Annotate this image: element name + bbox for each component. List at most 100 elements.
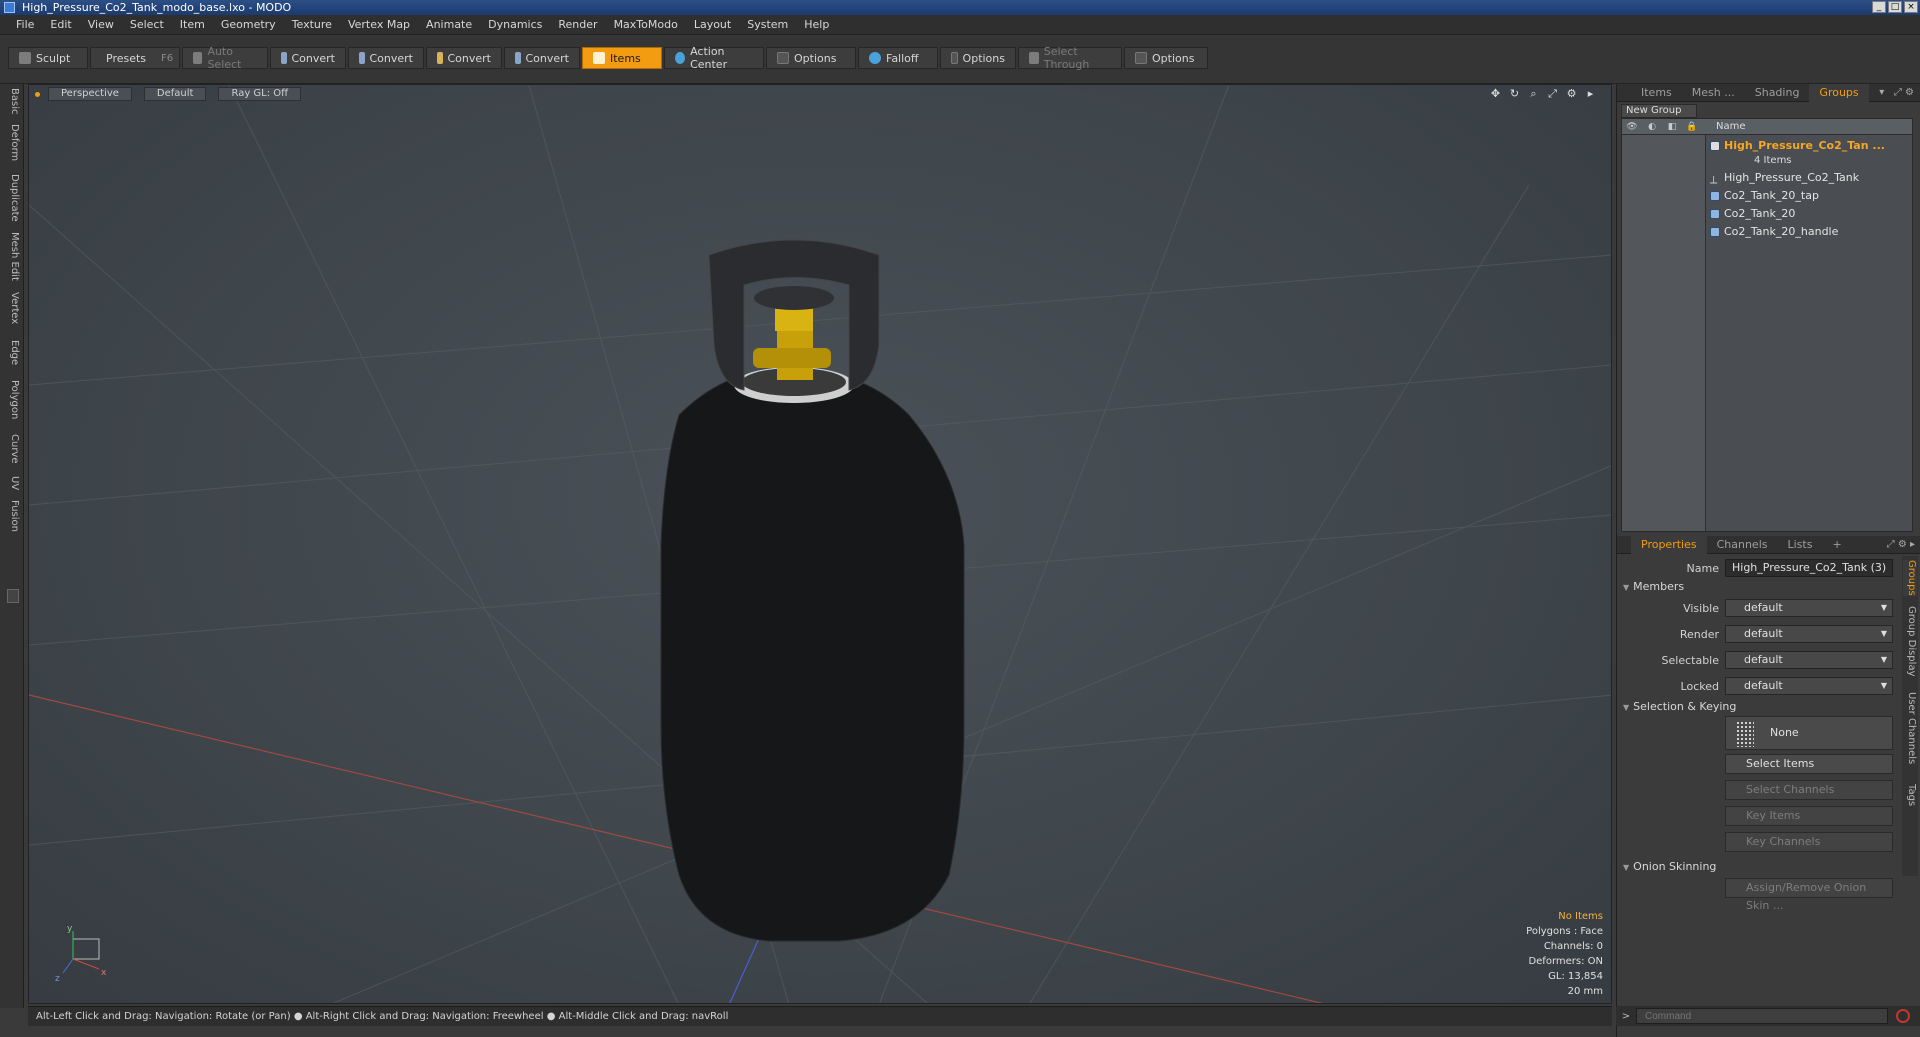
properties-expand-icon[interactable]: ⤢ ⚙ ▸ — [1887, 536, 1915, 554]
select-through-button[interactable]: Select Through — [1018, 45, 1122, 71]
panel-expand-icon[interactable]: ▾ ⤢ ⚙ — [1879, 84, 1914, 102]
move-view-icon[interactable]: ✥ — [1489, 87, 1502, 100]
convert-polygons-button[interactable]: Convert — [426, 47, 502, 69]
menu-render[interactable]: Render — [550, 18, 605, 31]
properties-panel: Properties Channels Lists + ⤢ ⚙ ▸ Name H… — [1617, 535, 1920, 1006]
add-tab-button[interactable]: + — [1822, 536, 1851, 554]
minimize-button[interactable]: _ — [1872, 1, 1886, 13]
tab-groups[interactable]: Groups — [1809, 83, 1869, 102]
tab-mesh[interactable]: Mesh ... — [1682, 84, 1745, 102]
action-center-options-button[interactable]: Options — [766, 47, 856, 69]
tab-deform[interactable]: Deform — [4, 124, 20, 161]
menu-texture[interactable]: Texture — [284, 18, 340, 31]
key-items-button[interactable]: Key Items — [1725, 806, 1893, 826]
tab-curve[interactable]: Curve — [4, 434, 20, 464]
auto-select-button[interactable]: Auto Select — [182, 45, 268, 71]
convert-materials-button[interactable]: Convert — [504, 47, 580, 69]
tree-item-tap[interactable]: Co2_Tank_20_tap — [1710, 189, 1819, 202]
vtab-user-channels[interactable]: User Channels — [1903, 692, 1917, 764]
tab-uv[interactable]: UV — [4, 476, 20, 490]
tab-polygon[interactable]: Polygon — [4, 380, 20, 419]
tab-edge[interactable]: Edge — [4, 340, 20, 365]
select-channels-button[interactable]: Select Channels — [1725, 780, 1893, 800]
falloff-button[interactable]: Falloff — [858, 47, 938, 69]
menu-item[interactable]: Item — [172, 18, 213, 31]
record-macro-icon[interactable] — [1896, 1009, 1910, 1023]
menu-dynamics[interactable]: Dynamics — [480, 18, 550, 31]
select-lock-icon[interactable]: ◧ — [1662, 122, 1682, 132]
none-button[interactable]: None — [1725, 716, 1893, 750]
menu-maxtomodo[interactable]: MaxToModo — [606, 18, 686, 31]
menu-system[interactable]: System — [739, 18, 796, 31]
zoom-view-icon[interactable]: ⌕ — [1527, 87, 1540, 100]
select-items-button[interactable]: Select Items — [1725, 754, 1893, 774]
panel-toggle[interactable] — [7, 589, 19, 603]
tab-vertex[interactable]: Vertex — [4, 292, 20, 324]
fit-view-icon[interactable]: ⤢ — [1546, 87, 1559, 100]
viewport-settings-icon[interactable]: ⚙ — [1565, 87, 1578, 100]
lock-icon[interactable]: 🔒 — [1682, 122, 1702, 132]
expand-arrow-icon[interactable]: ▸ — [1584, 87, 1597, 100]
menu-edit[interactable]: Edit — [42, 18, 79, 31]
select-through-options-button[interactable]: Options — [1124, 47, 1208, 69]
menu-geometry[interactable]: Geometry — [213, 18, 284, 31]
falloff-options-button[interactable]: Options — [940, 47, 1016, 69]
name-column-header[interactable]: Name — [1716, 121, 1746, 132]
viewport-menu-dot[interactable] — [35, 91, 40, 97]
visible-dropdown[interactable]: default ▼ — [1725, 599, 1893, 617]
new-group-button[interactable]: New Group — [1621, 104, 1697, 118]
vtab-group-display[interactable]: Group Display — [1903, 606, 1917, 676]
members-section[interactable]: ▼ Members — [1623, 580, 1684, 593]
vtab-groups[interactable]: Groups — [1903, 560, 1917, 596]
3d-viewport[interactable]: y x z Perspective Default Ray GL: Off ✥ … — [28, 84, 1612, 1004]
key-channels-button[interactable]: Key Channels — [1725, 832, 1893, 852]
tree-item-locator[interactable]: ⟂ High_Pressure_Co2_Tank — [1710, 171, 1859, 186]
menu-layout[interactable]: Layout — [686, 18, 739, 31]
tab-mesh-edit[interactable]: Mesh Edit — [4, 232, 20, 281]
close-button[interactable]: × — [1904, 1, 1918, 13]
render-icon[interactable]: ◐ — [1642, 122, 1662, 132]
maximize-button[interactable]: □ — [1888, 1, 1902, 13]
raygl-toggle[interactable]: Ray GL: Off — [218, 87, 302, 101]
command-input[interactable] — [1636, 1008, 1888, 1024]
tree-item-handle[interactable]: Co2_Tank_20_handle — [1710, 225, 1838, 238]
tab-duplicate[interactable]: Duplicate — [4, 174, 20, 222]
convert-vertices-button[interactable]: Convert — [270, 47, 346, 69]
menu-help[interactable]: Help — [796, 18, 837, 31]
menu-vertex-map[interactable]: Vertex Map — [340, 18, 418, 31]
menu-view[interactable]: View — [80, 18, 122, 31]
tab-properties[interactable]: Properties — [1631, 535, 1707, 554]
tab-lists[interactable]: Lists — [1778, 536, 1823, 554]
presets-button[interactable]: Presets F6 — [90, 47, 180, 69]
menu-file[interactable]: File — [8, 18, 42, 31]
tree-toggle-columns[interactable] — [1622, 135, 1706, 531]
group-name-field[interactable]: High_Pressure_Co2_Tank (3) — [1725, 559, 1893, 577]
tab-fusion[interactable]: Fusion — [4, 500, 20, 532]
tab-items[interactable]: Items — [1631, 84, 1682, 102]
selectable-dropdown[interactable]: default ▼ — [1725, 651, 1893, 669]
vtab-tags[interactable]: Tags — [1903, 784, 1917, 806]
shading-style-dropdown[interactable]: Default — [143, 87, 207, 101]
axis-x-label: x — [101, 968, 107, 978]
items-mode-button[interactable]: Items — [582, 47, 662, 69]
tab-channels[interactable]: Channels — [1707, 536, 1778, 554]
command-history-arrow-icon[interactable]: > — [1616, 1011, 1636, 1022]
visibility-eye-icon[interactable]: 👁 — [1622, 122, 1642, 132]
render-dropdown[interactable]: default ▼ — [1725, 625, 1893, 643]
onion-skinning-section[interactable]: ▼ Onion Skinning — [1623, 860, 1716, 873]
rotate-view-icon[interactable]: ↻ — [1508, 87, 1521, 100]
convert-edges-button[interactable]: Convert — [348, 47, 424, 69]
tab-basic[interactable]: Basic — [4, 88, 20, 114]
name-row: Name High_Pressure_Co2_Tank (3) — [1617, 558, 1897, 578]
menu-animate[interactable]: Animate — [418, 18, 480, 31]
assign-onion-skin-button[interactable]: Assign/Remove Onion Skin ... — [1725, 878, 1893, 912]
locked-dropdown[interactable]: default ▼ — [1725, 677, 1893, 695]
menu-select[interactable]: Select — [122, 18, 172, 31]
selection-keying-section[interactable]: ▼ Selection & Keying — [1623, 700, 1736, 713]
sculpt-button[interactable]: Sculpt — [8, 47, 88, 69]
view-type-dropdown[interactable]: Perspective — [48, 87, 132, 101]
group-row[interactable]: High_Pressure_Co2_Tan ... — [1710, 139, 1885, 152]
tree-item-tank[interactable]: Co2_Tank_20 — [1710, 207, 1795, 220]
action-center-button[interactable]: Action Center — [664, 45, 764, 71]
tab-shading[interactable]: Shading — [1745, 84, 1810, 102]
